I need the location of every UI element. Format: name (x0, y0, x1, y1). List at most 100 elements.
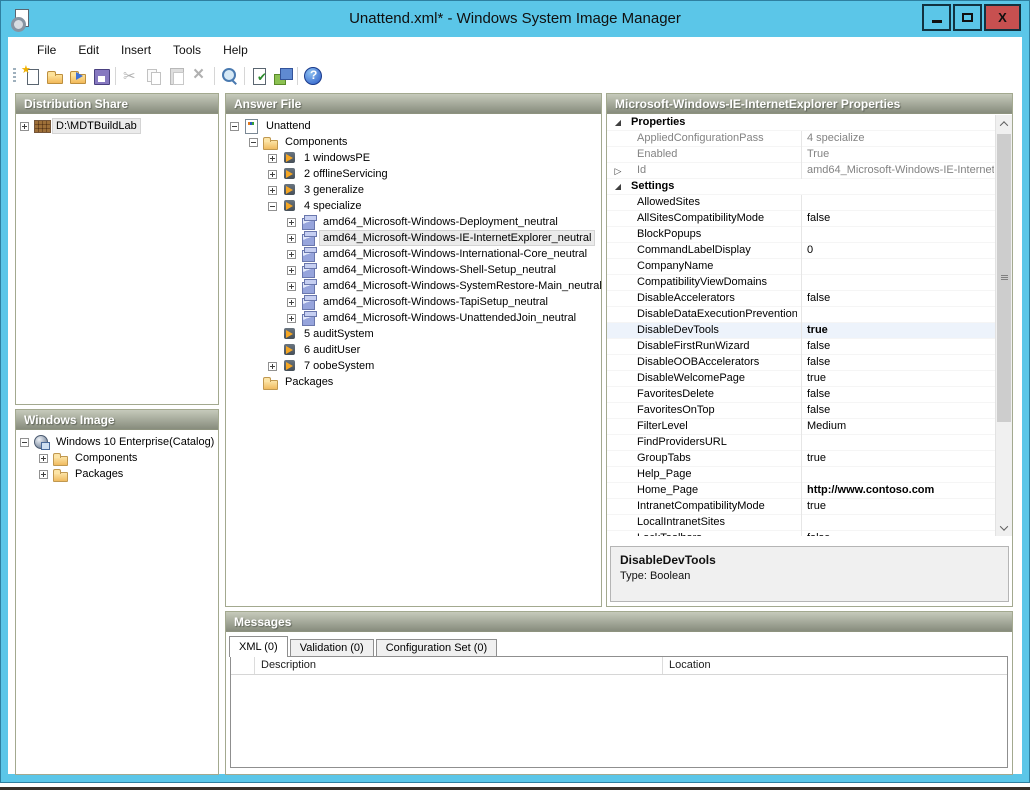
maximize-button[interactable] (953, 4, 982, 31)
expand-icon[interactable] (287, 298, 296, 307)
expand-icon[interactable] (287, 282, 296, 291)
property-row[interactable]: FindProvidersURL (607, 435, 1012, 451)
properties-scrollbar[interactable] (995, 115, 1012, 536)
open-answer-file-icon[interactable] (67, 66, 88, 86)
property-row[interactable]: FavoritesDeletefalse (607, 387, 1012, 403)
menu-item-file[interactable]: File (26, 39, 67, 61)
property-row[interactable]: CompanyName (607, 259, 1012, 275)
property-value[interactable] (801, 307, 994, 323)
windows-image-tree-item[interactable]: Windows 10 Enterprise(Catalog) (18, 434, 218, 450)
tab-validation[interactable]: Validation (0) (290, 639, 374, 657)
answer-file-tree-item[interactable]: Components (228, 134, 601, 150)
property-value[interactable] (801, 435, 994, 451)
property-section-row[interactable]: ◢Settings (607, 179, 1012, 195)
property-value[interactable]: true (801, 323, 994, 339)
windows-image-tree-item[interactable]: Packages (18, 466, 218, 482)
property-row[interactable]: AllSitesCompatibilityModefalse (607, 211, 1012, 227)
minimize-button[interactable] (922, 4, 951, 31)
collapse-icon[interactable] (20, 438, 29, 447)
property-row[interactable]: AllowedSites (607, 195, 1012, 211)
answer-file-tree-item[interactable]: 1 windowsPE (228, 150, 601, 166)
expand-icon[interactable] (268, 154, 277, 163)
collapse-icon[interactable] (230, 122, 239, 131)
property-row[interactable]: DisableAcceleratorsfalse (607, 291, 1012, 307)
property-value[interactable]: http://www.contoso.com (801, 483, 994, 499)
expand-icon[interactable] (287, 314, 296, 323)
scroll-down-button[interactable] (996, 519, 1012, 536)
tab-xml[interactable]: XML (0) (229, 636, 288, 657)
expand-icon[interactable] (268, 170, 277, 179)
expand-property-icon[interactable]: ▷ (607, 163, 629, 179)
expand-icon[interactable] (268, 362, 277, 371)
answer-file-tree-item[interactable]: amd64_Microsoft-Windows-Deployment_neutr… (228, 214, 601, 230)
property-row[interactable]: EnabledTrue (607, 147, 1012, 163)
answer-file-tree-item[interactable]: 5 auditSystem (228, 326, 601, 342)
property-value[interactable]: false (801, 291, 994, 307)
property-row[interactable]: BlockPopups (607, 227, 1012, 243)
property-row[interactable]: FavoritesOnTopfalse (607, 403, 1012, 419)
answer-file-tree-item[interactable]: Packages (228, 374, 601, 390)
menu-item-edit[interactable]: Edit (67, 39, 110, 61)
property-row[interactable]: FilterLevelMedium (607, 419, 1012, 435)
answer-file-tree-item[interactable]: amd64_Microsoft-Windows-SystemRestore-Ma… (228, 278, 601, 294)
property-value[interactable]: 4 specialize (801, 131, 994, 147)
property-section-row[interactable]: ◢Properties (607, 115, 1012, 131)
property-value[interactable] (801, 467, 994, 483)
expand-icon[interactable] (39, 470, 48, 479)
property-row[interactable]: Help_Page (607, 467, 1012, 483)
answer-file-tree-item[interactable]: 3 generalize (228, 182, 601, 198)
distribution-share-tree-item[interactable]: D:\MDTBuildLab (18, 118, 218, 134)
property-row[interactable]: ▷Idamd64_Microsoft-Windows-IE-InternetEx (607, 163, 1012, 179)
property-row[interactable]: IntranetCompatibilityModetrue (607, 499, 1012, 515)
property-value[interactable]: true (801, 499, 994, 515)
windows-image-tree-item[interactable]: Components (18, 450, 218, 466)
scrollbar-thumb[interactable] (997, 134, 1011, 422)
property-row[interactable]: DisableOOBAcceleratorsfalse (607, 355, 1012, 371)
property-value[interactable]: 0 (801, 243, 994, 259)
menu-item-help[interactable]: Help (212, 39, 259, 61)
property-row[interactable]: GroupTabstrue (607, 451, 1012, 467)
collapse-section-icon[interactable]: ◢ (607, 115, 629, 131)
property-value[interactable]: amd64_Microsoft-Windows-IE-InternetEx (801, 163, 994, 179)
help-icon[interactable] (302, 66, 323, 86)
property-row[interactable]: DisableDataExecutionPrevention (607, 307, 1012, 323)
validate-icon[interactable] (249, 66, 270, 86)
expand-icon[interactable] (20, 122, 29, 131)
answer-file-tree-item[interactable]: 6 auditUser (228, 342, 601, 358)
property-value[interactable]: false (801, 339, 994, 355)
answer-file-tree-item[interactable]: amd64_Microsoft-Windows-Shell-Setup_neut… (228, 262, 601, 278)
property-value[interactable]: false (801, 387, 994, 403)
expand-icon[interactable] (39, 454, 48, 463)
new-file-icon[interactable] (21, 66, 42, 86)
answer-file-tree-item[interactable]: amd64_Microsoft-Windows-UnattendedJoin_n… (228, 310, 601, 326)
expand-icon[interactable] (287, 234, 296, 243)
save-icon[interactable] (90, 66, 111, 86)
config-set-icon[interactable] (272, 66, 293, 86)
collapse-icon[interactable] (268, 202, 277, 211)
menu-item-tools[interactable]: Tools (162, 39, 212, 61)
property-value[interactable]: false (801, 403, 994, 419)
property-value[interactable]: false (801, 531, 994, 536)
answer-file-tree-item[interactable]: Unattend (228, 118, 601, 134)
property-value[interactable] (801, 195, 994, 211)
answer-file-tree-item[interactable]: amd64_Microsoft-Windows-IE-InternetExplo… (228, 230, 601, 246)
property-value[interactable]: false (801, 355, 994, 371)
property-row[interactable]: DisableWelcomePagetrue (607, 371, 1012, 387)
property-value[interactable] (801, 515, 994, 531)
property-value[interactable]: Medium (801, 419, 994, 435)
answer-file-tree-item[interactable]: amd64_Microsoft-Windows-International-Co… (228, 246, 601, 262)
property-value[interactable]: true (801, 451, 994, 467)
property-row[interactable]: AppliedConfigurationPass4 specialize (607, 131, 1012, 147)
tab-configuration-set[interactable]: Configuration Set (0) (376, 639, 498, 657)
answer-file-tree-item[interactable]: amd64_Microsoft-Windows-TapiSetup_neutra… (228, 294, 601, 310)
property-row[interactable]: CommandLabelDisplay0 (607, 243, 1012, 259)
property-row[interactable]: CompatibilityViewDomains (607, 275, 1012, 291)
property-value[interactable]: True (801, 147, 994, 163)
property-value[interactable] (801, 275, 994, 291)
property-value[interactable] (801, 227, 994, 243)
answer-file-tree-item[interactable]: 2 offlineServicing (228, 166, 601, 182)
answer-file-tree-item[interactable]: 4 specialize (228, 198, 601, 214)
collapse-icon[interactable] (249, 138, 258, 147)
property-row[interactable]: DisableFirstRunWizardfalse (607, 339, 1012, 355)
scroll-up-button[interactable] (996, 115, 1012, 132)
